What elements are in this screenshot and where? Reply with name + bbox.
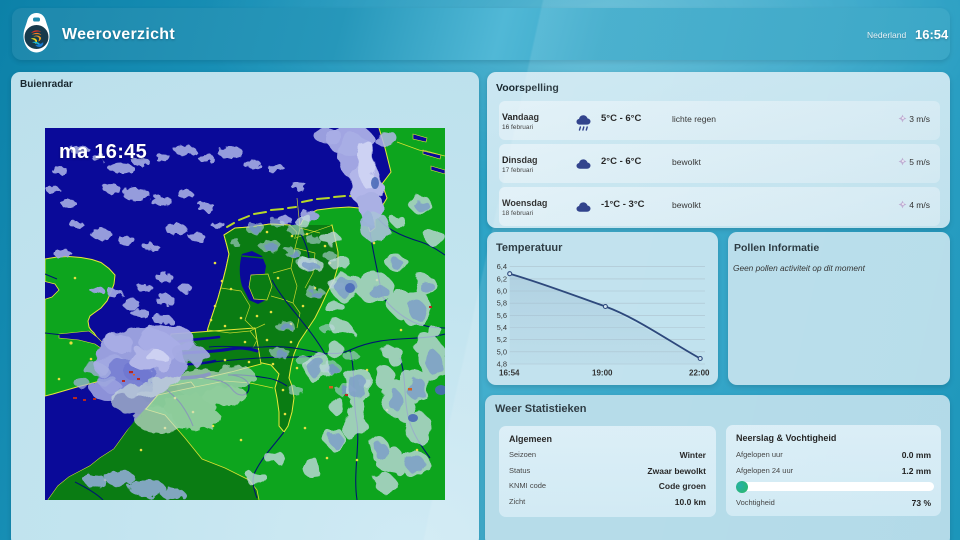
svg-text:5,2: 5,2 [497, 335, 507, 344]
svg-text:6,2: 6,2 [497, 274, 507, 283]
svg-text:6,0: 6,0 [497, 287, 507, 296]
svg-text:5,6: 5,6 [497, 311, 507, 320]
svg-text:5,0: 5,0 [497, 347, 507, 356]
svg-text:16:54: 16:54 [499, 369, 520, 378]
svg-text:6,4: 6,4 [497, 262, 507, 271]
svg-text:22:00: 22:00 [689, 369, 710, 378]
svg-text:5,8: 5,8 [497, 299, 507, 308]
svg-text:5,4: 5,4 [497, 323, 507, 332]
svg-text:4,8: 4,8 [497, 360, 507, 369]
svg-text:19:00: 19:00 [592, 369, 613, 378]
